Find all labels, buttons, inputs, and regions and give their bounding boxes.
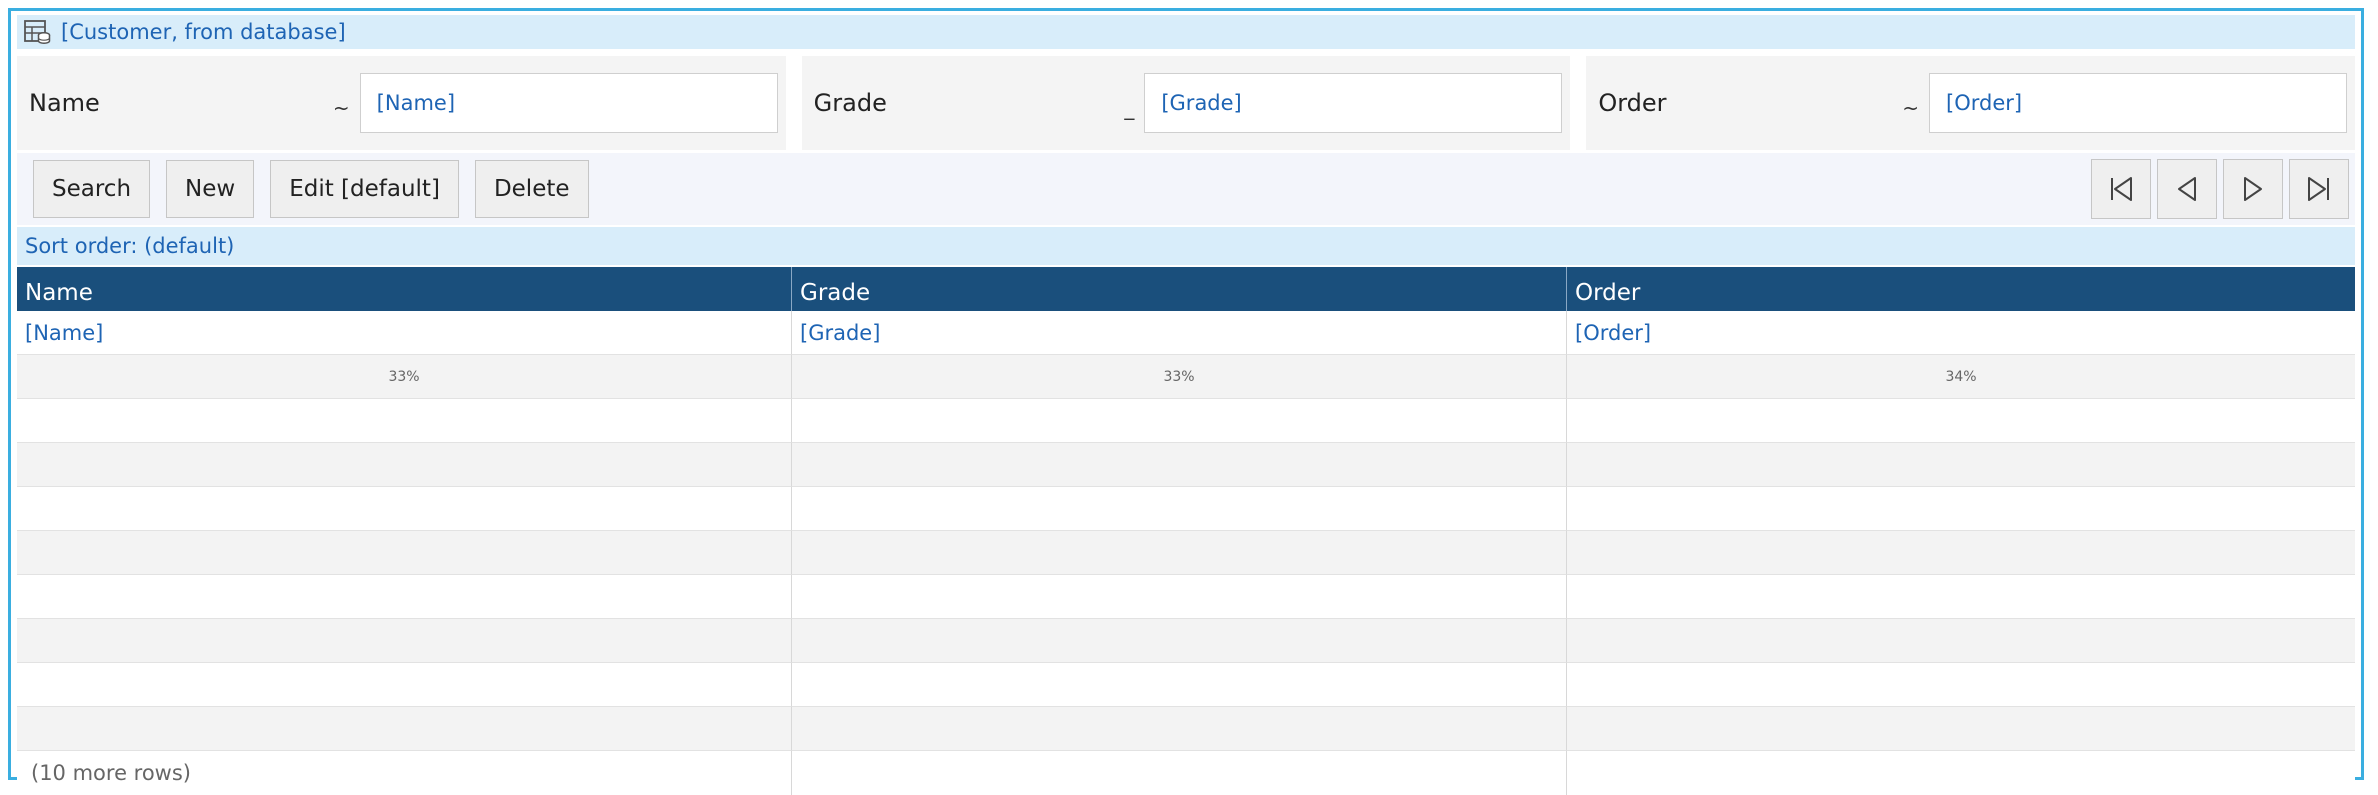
- binding-row: [Name] [Grade] [Order]: [17, 311, 2355, 355]
- search-button[interactable]: Search: [33, 160, 151, 218]
- table-cell: [17, 443, 792, 487]
- table-cell: [792, 487, 1567, 531]
- filter-order: Order ~: [1586, 56, 2356, 150]
- table-cell: [17, 575, 792, 619]
- table-row: [17, 707, 2355, 751]
- more-rows-row: (10 more rows): [17, 751, 2355, 795]
- sort-order-bar: Sort order: (default): [17, 227, 2355, 265]
- column-header-grade[interactable]: Grade: [792, 267, 1567, 311]
- table-row: [17, 531, 2355, 575]
- table-cell: [792, 663, 1567, 707]
- table-cell: [1567, 707, 2355, 751]
- table-cell: [1567, 531, 2355, 575]
- table-cell: [17, 707, 792, 751]
- table-cell: [792, 399, 1567, 443]
- filter-label-name: Name: [29, 89, 100, 117]
- table-cell: [792, 707, 1567, 751]
- filter-label-order: Order: [1598, 89, 1667, 117]
- column-width-grade: 33%: [792, 355, 1567, 399]
- table-cell: [17, 487, 792, 531]
- filter-grade: Grade _: [801, 56, 1571, 150]
- database-table-icon: [23, 18, 51, 46]
- table-cell: [792, 619, 1567, 663]
- table-row: [17, 619, 2355, 663]
- table-row: [17, 399, 2355, 443]
- name-filter-input[interactable]: [359, 73, 778, 133]
- filter-operator-name: ~: [332, 96, 350, 120]
- table-cell: [1567, 487, 2355, 531]
- table-row: [17, 487, 2355, 531]
- column-header-order[interactable]: Order: [1567, 267, 2355, 311]
- form-title: [Customer, from database]: [61, 20, 346, 44]
- table-row: [17, 575, 2355, 619]
- last-record-button[interactable]: [2289, 159, 2349, 219]
- table-cell: [17, 663, 792, 707]
- data-grid: Name Grade Order [Name] [Grade] [Order] …: [17, 267, 2355, 795]
- table-cell: [1567, 751, 2355, 795]
- binding-cell-name[interactable]: [Name]: [17, 311, 792, 355]
- table-cell: [792, 575, 1567, 619]
- sort-order-label[interactable]: Sort order: (default): [25, 234, 234, 258]
- binding-cell-grade[interactable]: [Grade]: [792, 311, 1567, 355]
- more-rows-label: (10 more rows): [31, 761, 191, 785]
- binding-cell-order[interactable]: [Order]: [1567, 311, 2355, 355]
- filter-operator-order: ~: [1902, 96, 1920, 120]
- filter-name: Name ~: [17, 56, 786, 150]
- skip-last-icon: [2308, 177, 2329, 201]
- table-cell: [1567, 443, 2355, 487]
- column-width-name: 33%: [17, 355, 792, 399]
- title-bar: [Customer, from database]: [17, 15, 2355, 49]
- table-cell: [1567, 619, 2355, 663]
- filter-label-grade: Grade: [813, 89, 887, 117]
- filter-area: Name ~ Grade _ Order ~: [17, 56, 2356, 150]
- customer-form-panel: [Customer, from database] Name ~ Grade _…: [8, 8, 2364, 795]
- table-cell: [792, 443, 1567, 487]
- previous-icon: [2178, 177, 2196, 201]
- grid-header-row: Name Grade Order: [17, 267, 2355, 311]
- first-record-button[interactable]: [2091, 159, 2151, 219]
- table-cell: [792, 751, 1567, 795]
- table-cell: [17, 531, 792, 575]
- order-filter-input[interactable]: [1929, 73, 2348, 133]
- table-cell: [792, 531, 1567, 575]
- record-navigation: [2091, 159, 2349, 219]
- filter-operator-grade: _: [1124, 96, 1135, 120]
- previous-record-button[interactable]: [2157, 159, 2217, 219]
- table-cell: [17, 619, 792, 663]
- next-icon: [2244, 177, 2262, 201]
- more-rows-cell: (10 more rows): [17, 751, 792, 795]
- table-cell: [17, 399, 792, 443]
- skip-first-icon: [2111, 177, 2132, 201]
- grade-filter-input[interactable]: [1144, 73, 1563, 133]
- table-cell: [1567, 663, 2355, 707]
- delete-button[interactable]: Delete: [474, 160, 589, 218]
- table-row: [17, 443, 2355, 487]
- edit-button[interactable]: Edit [default]: [270, 160, 459, 218]
- table-row: [17, 663, 2355, 707]
- table-cell: [1567, 575, 2355, 619]
- column-width-row: 33% 33% 34%: [17, 355, 2355, 399]
- new-button[interactable]: New: [166, 160, 255, 218]
- next-record-button[interactable]: [2223, 159, 2283, 219]
- table-cell: [1567, 399, 2355, 443]
- column-width-order: 34%: [1567, 355, 2355, 399]
- column-header-name[interactable]: Name: [17, 267, 792, 311]
- toolbar: Search New Edit [default] Delete: [17, 153, 2355, 225]
